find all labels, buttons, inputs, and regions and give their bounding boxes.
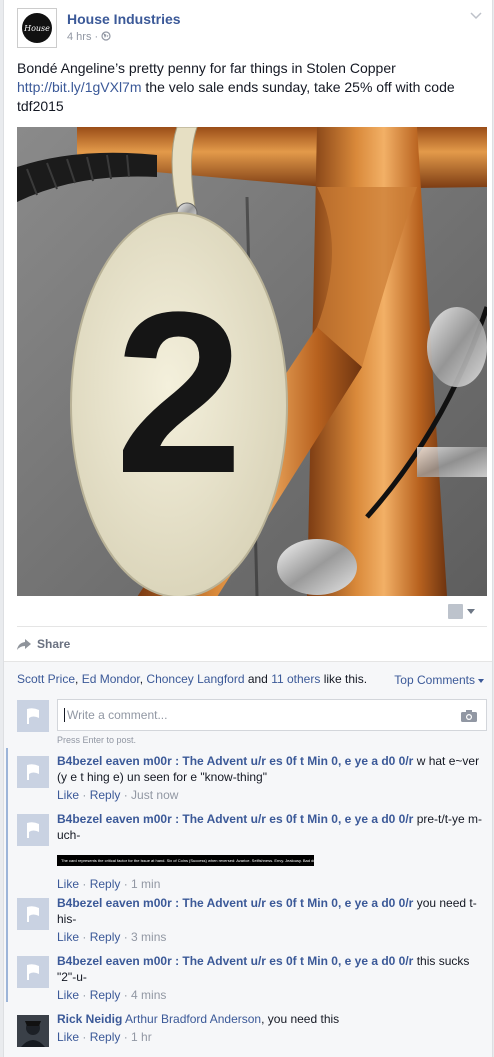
liker-3[interactable]: Choncey Langford	[146, 672, 244, 686]
comment-time[interactable]: 4 mins	[131, 988, 166, 1002]
default-avatar-icon	[27, 964, 39, 980]
likes-sep: ,	[75, 672, 82, 686]
dot-sep: ·	[79, 1030, 90, 1044]
tag-icon	[448, 603, 463, 619]
comment-time[interactable]: Just now	[131, 788, 178, 802]
tag-photo-button[interactable]	[448, 602, 482, 620]
post-text-line1: Bondé Angeline’s pretty penny for far th…	[17, 60, 396, 76]
comment-author[interactable]: B4bezel eaven m00r : The Advent u/r es 0…	[57, 812, 413, 826]
comment-author[interactable]: Rick Neidig	[57, 1012, 122, 1026]
comments-section: Scott Price, Ed Mondor, Choncey Langford…	[4, 661, 492, 1057]
likes-and: and	[244, 672, 272, 686]
meta-separator: ·	[94, 31, 99, 43]
dot-sep: ·	[79, 930, 90, 944]
caret-down-icon	[467, 608, 475, 614]
top-comments-dropdown[interactable]: Top Comments	[394, 673, 484, 687]
composer-hint: Press Enter to post.	[57, 735, 137, 745]
dot-sep: ·	[120, 988, 132, 1002]
caret-down-icon	[478, 678, 484, 683]
like-link[interactable]: Like	[57, 1030, 79, 1044]
default-avatar-icon	[27, 764, 39, 780]
reply-link[interactable]: Reply	[90, 988, 121, 1002]
divider	[17, 626, 487, 627]
likes-tail: like this.	[320, 672, 368, 686]
reply-link[interactable]: Reply	[90, 930, 121, 944]
comment-composer	[57, 699, 487, 731]
likes-others-link[interactable]: 11 others	[271, 672, 320, 686]
dot-sep: ·	[120, 1030, 132, 1044]
comment-author[interactable]: B4bezel eaven m00r : The Advent u/r es 0…	[57, 896, 413, 910]
page-avatar[interactable]: House	[17, 8, 57, 48]
globe-icon	[101, 31, 111, 41]
liker-2[interactable]: Ed Mondor	[82, 672, 140, 686]
page-name-link[interactable]: House Industries	[67, 11, 181, 27]
commenter-avatar[interactable]	[17, 898, 49, 930]
dot-sep: ·	[79, 788, 90, 802]
post-meta: 4 hrs ·	[67, 31, 111, 43]
comment-actions: Like · Reply · 1 hr	[57, 1029, 487, 1045]
viewer-avatar	[17, 700, 49, 732]
house-logo: House	[22, 13, 52, 43]
comment-input[interactable]	[64, 708, 444, 722]
commenter-avatar[interactable]	[17, 956, 49, 988]
default-avatar-icon	[27, 708, 39, 724]
post-link[interactable]: http://bit.ly/1gVXl7m	[17, 79, 142, 95]
commenter-avatar[interactable]	[17, 814, 49, 846]
reply-link[interactable]: Reply	[90, 788, 121, 802]
like-link[interactable]: Like	[57, 788, 79, 802]
comment-actions: Like · Reply · 1 min	[57, 876, 487, 892]
post-time[interactable]: 4 hrs	[67, 31, 91, 43]
comment-time[interactable]: 3 mins	[131, 930, 166, 944]
likes-sentence: Scott Price, Ed Mondor, Choncey Langford…	[17, 672, 367, 686]
post-header: House House Industries 4 hrs ·	[17, 8, 483, 50]
post-photo[interactable]: 2	[17, 127, 487, 596]
post-card: House House Industries 4 hrs · Bondé Ang…	[3, 0, 493, 1057]
share-label: Share	[37, 637, 71, 651]
default-avatar-icon	[27, 906, 39, 922]
dot-sep: ·	[79, 877, 90, 891]
photo-action-row	[4, 600, 494, 622]
comment-actions: Like · Reply · 3 mins	[57, 929, 487, 945]
mention-link[interactable]: Arthur Bradford Anderson	[122, 1012, 261, 1026]
comment-author[interactable]: B4bezel eaven m00r : The Advent u/r es 0…	[57, 754, 413, 768]
comment-actions: Like · Reply · Just now	[57, 787, 487, 803]
share-arrow-icon	[17, 638, 31, 650]
thread-line	[6, 748, 8, 1002]
post-options-chevron-icon[interactable]	[469, 12, 483, 22]
profile-photo-icon	[17, 1015, 49, 1047]
dot-sep: ·	[120, 930, 132, 944]
camera-icon[interactable]	[461, 710, 477, 722]
comment-actions: Like · Reply · 4 mins	[57, 987, 487, 1003]
comment-time[interactable]: 1 hr	[131, 1030, 152, 1044]
default-avatar-icon	[27, 822, 39, 838]
post-body: Bondé Angeline’s pretty penny for far th…	[17, 59, 483, 116]
commenter-avatar[interactable]	[17, 1015, 49, 1047]
like-link[interactable]: Like	[57, 930, 79, 944]
reply-link[interactable]: Reply	[90, 877, 121, 891]
dot-sep: ·	[79, 988, 90, 1002]
comment-author[interactable]: B4bezel eaven m00r : The Advent u/r es 0…	[57, 954, 413, 968]
top-comments-label: Top Comments	[394, 673, 475, 687]
liker-1[interactable]: Scott Price	[17, 672, 75, 686]
like-link[interactable]: Like	[57, 988, 79, 1002]
comment-time[interactable]: 1 min	[131, 877, 160, 891]
dot-sep: ·	[120, 788, 132, 802]
share-button[interactable]: Share	[17, 634, 70, 654]
like-link[interactable]: Like	[57, 877, 79, 891]
commenter-avatar[interactable]	[17, 756, 49, 788]
reply-link[interactable]: Reply	[90, 1030, 121, 1044]
dot-sep: ·	[120, 877, 132, 891]
comment-text: , you need this	[261, 1012, 340, 1026]
tarot-banner-image[interactable]: The card represents the critical factor …	[57, 855, 314, 866]
tag-number: 2	[115, 264, 243, 521]
